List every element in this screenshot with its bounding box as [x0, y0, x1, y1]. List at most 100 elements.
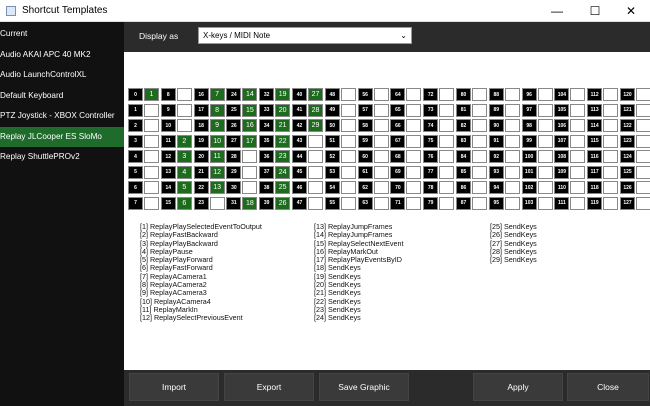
key-cell-51[interactable]: 51	[324, 134, 340, 148]
empty-slot[interactable]	[537, 134, 553, 148]
key-cell-4[interactable]: 4	[128, 150, 143, 163]
key-cell-42[interactable]: 42	[292, 119, 307, 132]
key-cell-0[interactable]: 0	[128, 88, 143, 101]
key-cell-36[interactable]: 36	[259, 150, 275, 163]
empty-slot[interactable]	[308, 150, 323, 163]
close-button[interactable]: Close	[567, 373, 649, 401]
empty-slot[interactable]	[570, 150, 586, 163]
import-button[interactable]: Import	[129, 373, 219, 401]
key-cell-102[interactable]: 102	[521, 181, 537, 194]
empty-slot[interactable]	[472, 119, 487, 132]
empty-slot[interactable]	[570, 181, 586, 194]
key-cell-41[interactable]: 41	[292, 103, 307, 117]
empty-slot[interactable]	[308, 134, 323, 148]
empty-slot[interactable]	[406, 88, 422, 101]
key-cell-25[interactable]: 25	[226, 103, 242, 117]
empty-slot[interactable]	[406, 150, 422, 163]
key-cell-68[interactable]: 68	[390, 150, 406, 163]
empty-slot[interactable]	[176, 103, 192, 117]
key-cell-83[interactable]: 83	[456, 134, 471, 148]
key-cell-94[interactable]: 94	[488, 181, 504, 194]
key-cell-34[interactable]: 34	[259, 119, 275, 132]
assigned-slot-8[interactable]: 8	[209, 103, 225, 117]
key-cell-54[interactable]: 54	[324, 181, 340, 194]
empty-slot[interactable]	[636, 150, 650, 163]
empty-slot[interactable]	[603, 165, 619, 179]
template-item-ptz-joystick[interactable]: PTZ Joystick - XBOX Controller	[0, 106, 124, 127]
empty-slot[interactable]	[340, 196, 356, 210]
assigned-slot-12[interactable]: 12	[209, 165, 225, 179]
empty-slot[interactable]	[603, 119, 619, 132]
empty-slot[interactable]	[340, 181, 356, 194]
empty-slot[interactable]	[472, 88, 487, 101]
empty-slot[interactable]	[373, 88, 389, 101]
key-cell-85[interactable]: 85	[456, 165, 471, 179]
assigned-slot-13[interactable]: 13	[209, 181, 225, 194]
empty-slot[interactable]	[636, 181, 650, 194]
key-cell-96[interactable]: 96	[521, 88, 537, 101]
key-cell-17[interactable]: 17	[193, 103, 209, 117]
key-cell-97[interactable]: 97	[521, 103, 537, 117]
key-cell-95[interactable]: 95	[488, 196, 504, 210]
empty-slot[interactable]	[209, 196, 225, 210]
empty-slot[interactable]	[537, 103, 553, 117]
empty-slot[interactable]	[340, 134, 356, 148]
key-cell-120[interactable]: 120	[620, 88, 635, 101]
key-cell-35[interactable]: 35	[259, 134, 275, 148]
empty-slot[interactable]	[373, 181, 389, 194]
key-cell-73[interactable]: 73	[423, 103, 439, 117]
empty-slot[interactable]	[570, 103, 586, 117]
key-cell-67[interactable]: 67	[390, 134, 406, 148]
empty-slot[interactable]	[636, 196, 650, 210]
empty-slot[interactable]	[340, 165, 356, 179]
key-cell-119[interactable]: 119	[587, 196, 603, 210]
key-cell-59[interactable]: 59	[357, 134, 373, 148]
empty-slot[interactable]	[504, 134, 520, 148]
key-cell-22[interactable]: 22	[193, 181, 209, 194]
empty-slot[interactable]	[308, 196, 323, 210]
empty-slot[interactable]	[373, 165, 389, 179]
empty-slot[interactable]	[144, 103, 159, 117]
key-cell-88[interactable]: 88	[488, 88, 504, 101]
key-cell-49[interactable]: 49	[324, 103, 340, 117]
key-cell-18[interactable]: 18	[193, 119, 209, 132]
assigned-slot-4[interactable]: 4	[176, 165, 192, 179]
key-cell-47[interactable]: 47	[292, 196, 307, 210]
empty-slot[interactable]	[439, 150, 455, 163]
key-cell-62[interactable]: 62	[357, 181, 373, 194]
key-cell-66[interactable]: 66	[390, 119, 406, 132]
key-cell-55[interactable]: 55	[324, 196, 340, 210]
template-item-current[interactable]: Current	[0, 24, 124, 45]
empty-slot[interactable]	[570, 165, 586, 179]
key-cell-89[interactable]: 89	[488, 103, 504, 117]
empty-slot[interactable]	[176, 88, 192, 101]
apply-button[interactable]: Apply	[473, 373, 563, 401]
assigned-slot-17[interactable]: 17	[242, 134, 258, 148]
key-cell-91[interactable]: 91	[488, 134, 504, 148]
empty-slot[interactable]	[406, 134, 422, 148]
key-cell-107[interactable]: 107	[554, 134, 570, 148]
key-cell-31[interactable]: 31	[226, 196, 242, 210]
empty-slot[interactable]	[373, 134, 389, 148]
key-cell-98[interactable]: 98	[521, 119, 537, 132]
empty-slot[interactable]	[340, 88, 356, 101]
key-cell-69[interactable]: 69	[390, 165, 406, 179]
empty-slot[interactable]	[144, 181, 159, 194]
empty-slot[interactable]	[504, 165, 520, 179]
empty-slot[interactable]	[406, 165, 422, 179]
key-cell-126[interactable]: 126	[620, 181, 635, 194]
assigned-slot-3[interactable]: 3	[176, 150, 192, 163]
empty-slot[interactable]	[504, 150, 520, 163]
display-as-select[interactable]: X-keys / MIDI Note ⌄	[198, 27, 412, 44]
empty-slot[interactable]	[537, 119, 553, 132]
key-cell-116[interactable]: 116	[587, 150, 603, 163]
empty-slot[interactable]	[439, 165, 455, 179]
key-cell-30[interactable]: 30	[226, 181, 242, 194]
key-cell-106[interactable]: 106	[554, 119, 570, 132]
empty-slot[interactable]	[406, 181, 422, 194]
empty-slot[interactable]	[570, 88, 586, 101]
key-cell-37[interactable]: 37	[259, 165, 275, 179]
key-cell-77[interactable]: 77	[423, 165, 439, 179]
key-cell-11[interactable]: 11	[160, 134, 176, 148]
empty-slot[interactable]	[144, 134, 159, 148]
